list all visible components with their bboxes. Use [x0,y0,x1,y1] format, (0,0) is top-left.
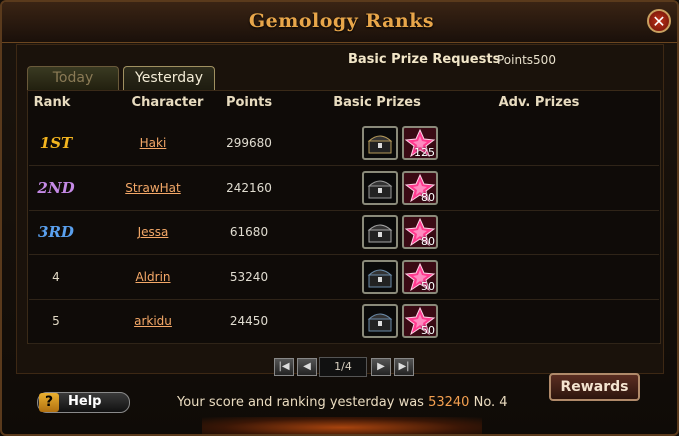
rank-row: 5 arkidu 24450 50 [29,299,659,344]
rank-cell: 3RD [29,210,83,254]
gem-quantity: 125 [414,146,435,159]
gem-icon[interactable]: 125 [402,126,438,160]
gem-icon[interactable]: 80 [402,170,438,205]
first-page-button[interactable]: |◀ [274,358,294,376]
gem-icon[interactable]: 50 [402,304,438,338]
points-value: 242160 [226,180,272,195]
chest-icon[interactable] [362,259,398,294]
score-value: 53240 [428,395,470,410]
chest-icon[interactable] [362,215,398,249]
character-link[interactable]: Aldrin [113,255,193,299]
character-link[interactable]: Jessa [113,210,193,254]
column-header-basic-prizes: Basic Prizes [333,95,421,110]
help-label: Help [68,394,102,409]
tab-yesterday[interactable]: Yesterday [123,66,215,90]
gem-quantity: 80 [421,190,435,204]
gem-quantity: 50 [421,324,435,337]
rank-value: 1ST [39,134,73,152]
gem-quantity: 80 [421,235,435,248]
column-header-rank: Rank [33,95,71,110]
points-value: 53240 [229,269,269,284]
close-button[interactable]: ✕ [647,9,671,33]
prev-page-button[interactable]: ◀ [297,358,317,376]
chest-icon[interactable] [362,304,398,338]
page-indicator: 1/4 [319,357,367,377]
rank-row: 1ST Haki 299680 125 [29,121,659,166]
tab-today[interactable]: Today [27,66,119,90]
chest-icon[interactable] [362,126,398,160]
score-rank: No. 4 [473,395,508,410]
rank-cell: 4 [29,255,83,299]
rank-cell: 1ST [29,121,83,165]
points-value: 299680 [226,136,272,150]
points-value: 61680 [229,225,269,239]
next-page-button[interactable]: ▶ [371,358,391,376]
rank-value: 2ND [37,178,75,197]
rewards-button[interactable]: Rewards [549,373,640,401]
gem-icon[interactable]: 80 [402,215,438,249]
score-prefix: Your score and ranking yesterday was [177,395,424,410]
gem-icon[interactable]: 50 [402,259,438,294]
column-header-character: Character [131,95,204,110]
column-header-adv-prizes: Adv. Prizes [498,95,580,110]
last-page-button[interactable]: ▶| [394,358,414,376]
column-header-points: Points [225,95,273,110]
rank-value: 5 [52,314,60,328]
help-button[interactable]: ? Help [37,392,130,413]
question-icon: ? [39,393,59,412]
score-summary: Your score and ranking yesterday was 532… [177,395,508,410]
rank-row: 2ND StrawHat 242160 80 [29,166,659,211]
rank-cell: 5 [29,299,83,343]
gem-quantity: 50 [421,279,435,293]
rank-row: 4 Aldrin 53240 50 [29,255,659,300]
rank-value: 3RD [38,223,74,241]
character-link[interactable]: arkidu [113,299,193,343]
rank-value: 4 [52,269,60,284]
gemology-ranks-window: Gemology Ranks ✕ Basic Prize Requests Po… [0,0,679,436]
rank-row: 3RD Jessa 61680 80 [29,210,659,255]
bottom-glow-decoration [202,417,482,434]
chest-icon[interactable] [362,170,398,205]
points-value: 24450 [229,314,269,328]
basic-prize-requests-label: Basic Prize Requests [348,52,501,67]
basic-prize-requests-points: Points500 [497,53,556,67]
rank-cell: 2ND [29,166,83,210]
character-link[interactable]: StrawHat [113,166,193,210]
window-title: Gemology Ranks [248,10,435,32]
character-link[interactable]: Haki [113,121,193,165]
